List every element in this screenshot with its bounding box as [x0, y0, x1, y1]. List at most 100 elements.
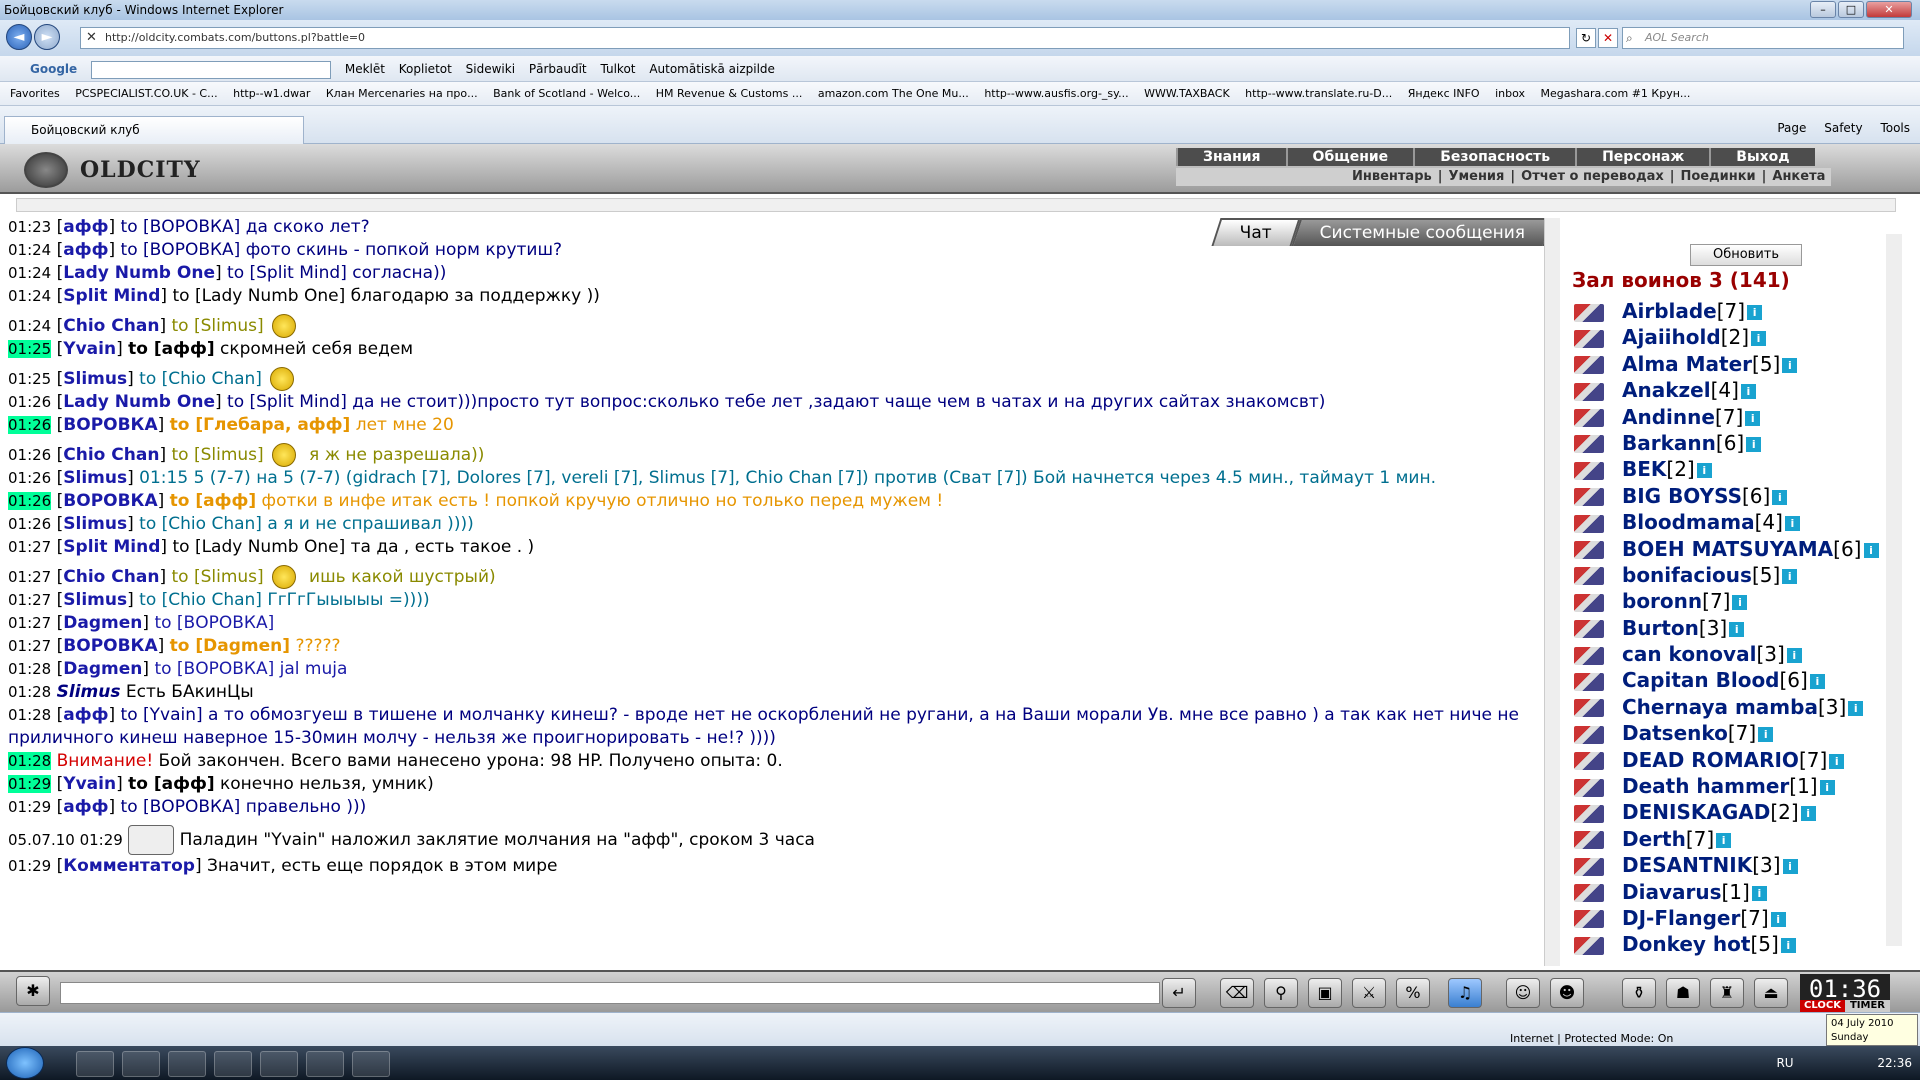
- bag-icon[interactable]: ⚱: [1622, 978, 1656, 1008]
- player-row[interactable]: Diavarus[1] i: [1574, 879, 1894, 905]
- safety-menu[interactable]: Safety: [1824, 121, 1862, 135]
- taskbar-app[interactable]: [214, 1051, 252, 1077]
- message-recipient[interactable]: to [Yvain]: [121, 705, 203, 725]
- player-row[interactable]: can konoval[3] i: [1574, 641, 1894, 667]
- message-recipient[interactable]: to [афф]: [128, 339, 214, 359]
- sender-name[interactable]: [афф]: [57, 705, 116, 725]
- player-row[interactable]: Derth[7] i: [1574, 826, 1894, 852]
- google-search-input[interactable]: [91, 60, 332, 79]
- info-icon[interactable]: i: [1745, 410, 1761, 426]
- info-icon[interactable]: i: [1758, 727, 1774, 743]
- submenu-inventory[interactable]: Инвентарь: [1346, 168, 1438, 186]
- player-name[interactable]: Capitan Blood: [1622, 668, 1780, 692]
- clear-icon[interactable]: ⌫: [1220, 978, 1254, 1008]
- message-recipient[interactable]: to [Chio Chan]: [139, 590, 262, 610]
- exit-icon[interactable]: ⏏: [1754, 978, 1788, 1008]
- player-name[interactable]: Burton: [1622, 616, 1699, 640]
- info-icon[interactable]: i: [1747, 305, 1763, 320]
- toolbar-check[interactable]: Pārbaudīt: [529, 62, 587, 76]
- info-icon[interactable]: i: [1716, 832, 1732, 848]
- sender-name[interactable]: [Slimus]: [57, 468, 134, 488]
- info-icon[interactable]: i: [1770, 911, 1786, 927]
- info-icon[interactable]: i: [1740, 384, 1756, 400]
- player-name[interactable]: DJ-Flanger: [1622, 906, 1740, 930]
- info-icon[interactable]: i: [1746, 436, 1762, 452]
- smile-icon[interactable]: ☺: [1506, 978, 1540, 1008]
- player-name[interactable]: can konoval: [1622, 642, 1756, 666]
- info-icon[interactable]: i: [1732, 595, 1748, 611]
- user-icon[interactable]: ☗: [1666, 978, 1700, 1008]
- browser-tab[interactable]: Бойцовский клуб: [4, 116, 304, 144]
- info-icon[interactable]: i: [1772, 489, 1788, 505]
- toolbar-search[interactable]: Meklēt: [345, 62, 385, 76]
- sender-name[interactable]: [Chio Chan]: [57, 567, 166, 587]
- taskbar-app[interactable]: [352, 1051, 390, 1077]
- refresh-icon[interactable]: ↻: [1576, 28, 1596, 48]
- player-row[interactable]: BIG BOYSS[6] i: [1574, 483, 1894, 509]
- player-name[interactable]: Diavarus: [1622, 880, 1722, 904]
- close-window-button[interactable]: ✕: [1866, 1, 1912, 18]
- player-name[interactable]: Datsenko: [1622, 721, 1728, 745]
- sender-name[interactable]: [Slimus]: [57, 590, 134, 610]
- player-name[interactable]: Anakzel: [1622, 378, 1711, 402]
- favorites-button[interactable]: Favorites: [10, 87, 60, 100]
- player-row[interactable]: Anakzel[4] i: [1574, 377, 1894, 403]
- sender-name[interactable]: [Split Mind]: [57, 286, 167, 306]
- player-name[interactable]: Andinne: [1622, 405, 1715, 429]
- message-recipient[interactable]: to [афф]: [128, 774, 214, 794]
- sender-name[interactable]: [Yvain]: [57, 339, 123, 359]
- stop-icon[interactable]: ✕: [1598, 28, 1618, 48]
- player-name[interactable]: Donkey hot: [1622, 932, 1750, 956]
- player-name[interactable]: BEK: [1622, 457, 1666, 481]
- forward-button[interactable]: ►: [34, 24, 60, 50]
- taskbar-app[interactable]: [122, 1051, 160, 1077]
- chat-settings-icon[interactable]: ✱: [16, 976, 50, 1006]
- taskbar-app[interactable]: [306, 1051, 344, 1077]
- info-icon[interactable]: i: [1786, 648, 1802, 664]
- sender-name[interactable]: [Lady Numb One]: [57, 263, 222, 283]
- player-row[interactable]: BOEH MATSUYAMA[6] i: [1574, 536, 1894, 562]
- info-icon[interactable]: i: [1809, 674, 1825, 690]
- menu-character[interactable]: Персонаж: [1575, 148, 1709, 166]
- minimize-button[interactable]: –: [1810, 1, 1836, 18]
- player-name[interactable]: Bloodmama: [1622, 510, 1755, 534]
- player-row[interactable]: Barkann[6] i: [1574, 430, 1894, 456]
- message-recipient[interactable]: to [Chio Chan]: [139, 514, 262, 534]
- send-icon[interactable]: ↵: [1162, 978, 1196, 1008]
- player-row[interactable]: Andinne[7] i: [1574, 404, 1894, 430]
- fav-item[interactable]: Клан Mercenaries на про...: [326, 87, 478, 100]
- player-name[interactable]: BOEH MATSUYAMA: [1622, 537, 1833, 561]
- player-name[interactable]: Airblade: [1622, 299, 1717, 323]
- toolbar-autofill[interactable]: Automātiskā aizpilde: [649, 62, 775, 76]
- timer-label[interactable]: TIMER: [1845, 1000, 1890, 1012]
- message-recipient[interactable]: to [Lady Numb One]: [172, 537, 345, 557]
- sender-name[interactable]: [ВОРОВКА]: [57, 491, 165, 511]
- player-name[interactable]: Alma Mater: [1622, 352, 1752, 376]
- player-row[interactable]: Chernaya mamba[3] i: [1574, 694, 1894, 720]
- message-recipient[interactable]: to [ВОРОВКА]: [121, 797, 241, 817]
- player-name[interactable]: Chernaya mamba: [1622, 695, 1818, 719]
- tab-chat[interactable]: Чат: [1211, 218, 1301, 246]
- language-indicator[interactable]: RU: [1776, 1056, 1793, 1070]
- sender-name[interactable]: [Комментатор]: [57, 856, 202, 876]
- info-icon[interactable]: i: [1800, 806, 1816, 822]
- info-icon[interactable]: i: [1751, 331, 1767, 347]
- percent-icon[interactable]: %: [1396, 978, 1430, 1008]
- info-icon[interactable]: i: [1782, 859, 1798, 875]
- message-recipient[interactable]: to [Глебара, афф]: [170, 415, 351, 435]
- message-recipient[interactable]: to [Chio Chan]: [139, 369, 262, 389]
- save-icon[interactable]: ▣: [1308, 978, 1342, 1008]
- sender-name[interactable]: [Lady Numb One]: [57, 392, 222, 412]
- submenu-skills[interactable]: Умения: [1442, 168, 1510, 186]
- player-name[interactable]: BIG BOYSS: [1622, 484, 1742, 508]
- message-recipient[interactable]: to [Slimus]: [171, 316, 263, 336]
- player-row[interactable]: DEAD ROMARIO[7] i: [1574, 747, 1894, 773]
- search-input[interactable]: AOL Search: [1622, 27, 1904, 49]
- menu-knowledge[interactable]: Знания: [1176, 148, 1286, 166]
- message-recipient[interactable]: to [афф]: [170, 491, 256, 511]
- start-button[interactable]: [6, 1047, 44, 1079]
- message-recipient[interactable]: to [Lady Numb One]: [172, 286, 345, 306]
- message-recipient[interactable]: to [ВОРОВКА]: [121, 240, 241, 260]
- player-name[interactable]: DEAD ROMARIO: [1622, 748, 1799, 772]
- chat-scrollbar[interactable]: [1544, 218, 1560, 966]
